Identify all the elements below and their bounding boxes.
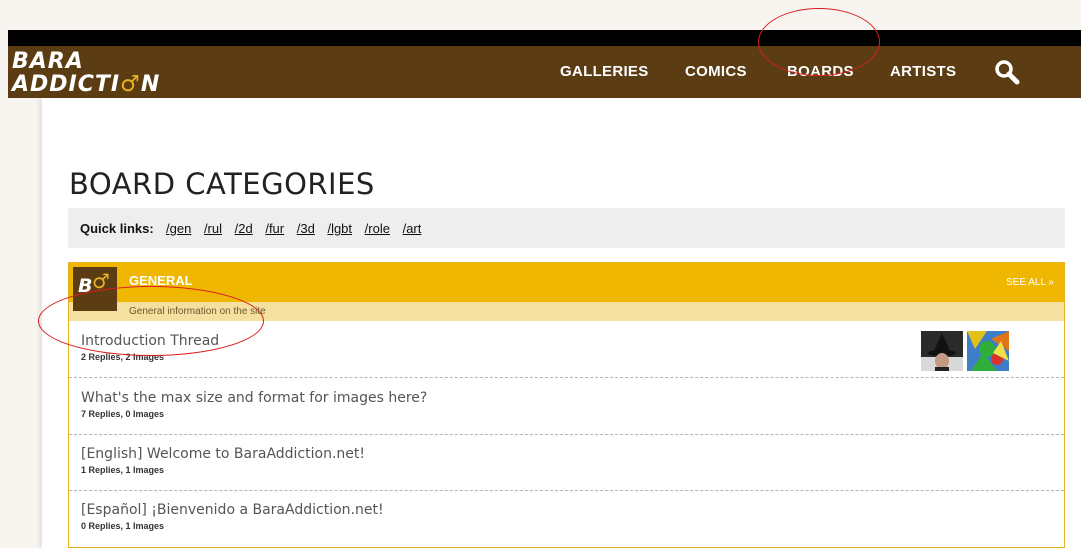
thread-row[interactable]: [English] Welcome to BaraAddiction.net! … [69,434,1064,491]
thread-thumbnail-wizard[interactable] [921,331,963,371]
thread-row[interactable]: [Español] ¡Bienvenido a BaraAddiction.ne… [69,490,1064,546]
thread-meta: 7 Replies, 0 Images [81,409,165,419]
site-logo[interactable]: BARA ADDICTI♂N [12,51,217,99]
logo-line2-end: N [140,72,161,97]
board-icon-letter: B [78,275,93,297]
nav-galleries[interactable]: GALLERIES [560,63,649,85]
top-black-bar [8,30,1081,46]
thread-title[interactable]: [English] Welcome to BaraAddiction.net! [81,446,365,462]
board-header [69,263,1064,302]
logo-line1: BARA [12,49,84,74]
quick-links-label: Quick links: [80,221,154,236]
quick-link-2d[interactable]: /2d [235,221,253,236]
quick-link-art[interactable]: /art [403,221,422,236]
thread-meta: 2 Replies, 2 Images [81,352,165,362]
quick-links-list: /gen /rul /2d /fur /3d /lgbt /role /art [166,221,430,236]
board-description: General information on the site [129,306,266,317]
board-icon: B ♂ [73,267,117,311]
board-icon-symbol: ♂ [92,269,110,293]
quick-link-gen[interactable]: /gen [166,221,191,236]
see-all-link[interactable]: SEE ALL » [1006,277,1054,288]
site-header: BARA ADDICTI♂N GALLERIES COMICS BOARDS A… [8,46,1081,98]
logo-line2-text: ADDICTI [12,72,121,97]
board-title[interactable]: GENERAL [129,273,193,288]
thread-title[interactable]: What's the max size and format for image… [81,390,427,406]
thread-row[interactable]: What's the max size and format for image… [69,378,1064,435]
quick-link-fur[interactable]: /fur [265,221,284,236]
page-title: BOARD CATEGORIES [69,167,375,202]
quick-link-rul[interactable]: /rul [204,221,222,236]
nav-boards[interactable]: BOARDS [787,63,854,85]
thread-title[interactable]: Introduction Thread [81,333,219,349]
quick-link-3d[interactable]: /3d [297,221,315,236]
thread-meta: 0 Replies, 1 Images [81,521,165,531]
board-general: B ♂ GENERAL SEE ALL » General informatio… [68,262,1065,548]
logo-line2: ADDICTI♂N [12,74,160,96]
thread-meta: 1 Replies, 1 Images [81,465,165,475]
quick-link-lgbt[interactable]: /lgbt [327,221,352,236]
quick-link-role[interactable]: /role [365,221,390,236]
nav-comics[interactable]: COMICS [685,63,747,85]
thread-title[interactable]: [Español] ¡Bienvenido a BaraAddiction.ne… [81,502,384,518]
search-icon[interactable] [993,58,1021,86]
thread-row[interactable]: Introduction Thread 2 Replies, 2 Images [69,321,1064,378]
nav-artists[interactable]: ARTISTS [890,63,956,85]
main-content: BOARD CATEGORIES Quick links: /gen /rul … [42,98,1081,548]
thread-thumbnail-art[interactable] [967,331,1009,371]
logo-male-symbol-o: ♂ [120,72,141,97]
quick-links-bar: Quick links: /gen /rul /2d /fur /3d /lgb… [68,208,1065,248]
